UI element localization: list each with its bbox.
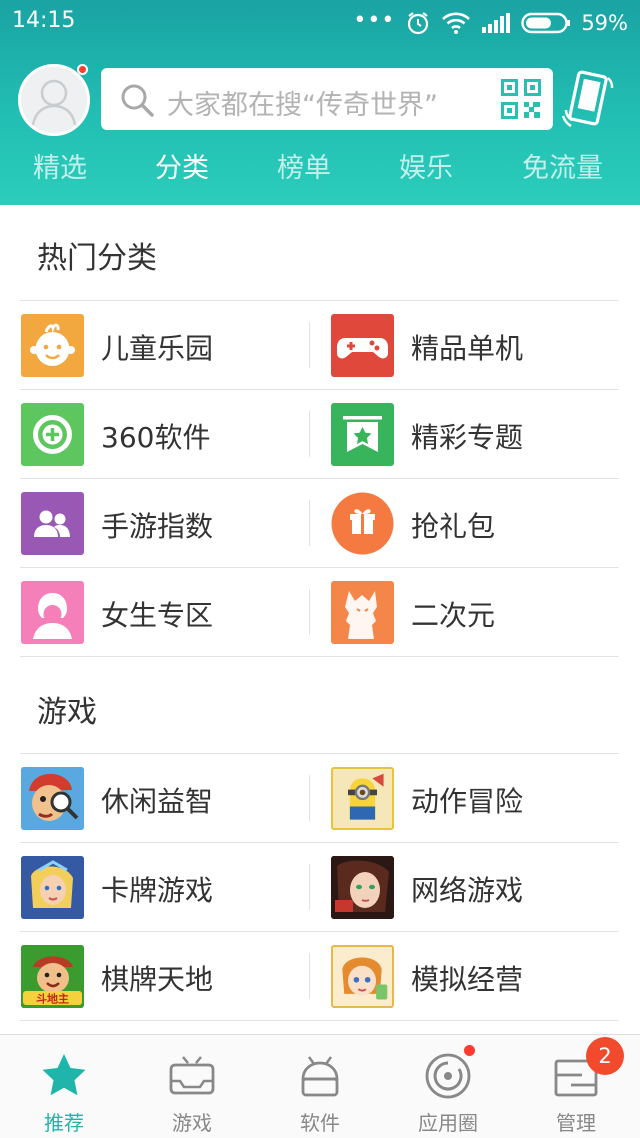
nav-games[interactable]: 游戏 xyxy=(128,1035,256,1138)
gamepad-icon xyxy=(331,314,394,377)
nav-label: 管理 xyxy=(556,1111,596,1135)
column-divider xyxy=(309,864,310,910)
category-label: 二次元 xyxy=(411,599,496,632)
battery-percent: 59% xyxy=(581,11,628,35)
category-label: 抢礼包 xyxy=(411,510,496,543)
category-label: 手游指数 xyxy=(101,510,214,543)
category-label: 动作冒险 xyxy=(411,785,524,818)
status-time: 14:15 xyxy=(12,8,76,33)
category-label: 精彩专题 xyxy=(411,421,524,454)
category-label: 卡牌游戏 xyxy=(101,874,214,907)
android-icon xyxy=(295,1051,345,1101)
wifi-icon xyxy=(441,11,471,35)
game-category-board-card[interactable]: 斗地主 棋牌天地 xyxy=(21,932,311,1020)
doudizhu-icon: 斗地主 xyxy=(21,945,84,1008)
nav-app-circle[interactable]: 应用圈 xyxy=(384,1035,512,1138)
column-divider xyxy=(309,775,310,821)
minion-icon xyxy=(331,767,394,830)
notification-dot xyxy=(464,1045,475,1056)
search-input[interactable]: 大家都在搜“传奇世界” xyxy=(167,83,438,122)
category-anime[interactable]: 二次元 xyxy=(331,568,621,656)
game-category-simulation[interactable]: 模拟经营 xyxy=(331,932,621,1020)
search-icon xyxy=(119,82,155,122)
search-bar[interactable]: 大家都在搜“传奇世界” xyxy=(101,68,553,130)
user-avatar-icon xyxy=(31,79,77,126)
nav-recommend[interactable]: 推荐 xyxy=(0,1035,128,1138)
banner-star-icon xyxy=(331,403,394,466)
girl-icon xyxy=(21,581,84,644)
category-label: 休闲益智 xyxy=(101,785,214,818)
online-game-girl-icon xyxy=(331,856,394,919)
game-category-online[interactable]: 网络游戏 xyxy=(331,843,621,931)
game-category-casual[interactable]: 休闲益智 xyxy=(21,754,311,842)
status-bar: 14:15 ••• 59% xyxy=(0,0,640,46)
status-icons: ••• 59% xyxy=(353,8,628,38)
signal-icon xyxy=(481,12,511,34)
column-divider xyxy=(309,411,310,457)
category-label: 精品单机 xyxy=(411,332,524,365)
card-hero-icon xyxy=(21,856,84,919)
category-gift-packs[interactable]: 抢礼包 xyxy=(331,479,621,567)
game-category-action-adventure[interactable]: 动作冒险 xyxy=(331,754,621,842)
notification-dot xyxy=(77,64,88,75)
nav-label: 推荐 xyxy=(44,1111,84,1135)
baby-face-icon xyxy=(21,314,84,377)
category-360-software[interactable]: 360软件 xyxy=(21,390,311,478)
category-girls-zone[interactable]: 女生专区 xyxy=(21,568,311,656)
column-divider xyxy=(309,589,310,635)
divider xyxy=(20,1020,619,1021)
game-category-card[interactable]: 卡牌游戏 xyxy=(21,843,311,931)
doudizhu-logo-text: 斗地主 xyxy=(36,992,69,1006)
plus-circle-icon xyxy=(21,403,84,466)
notification-badge: 2 xyxy=(586,1037,624,1075)
phone-connect-icon[interactable] xyxy=(560,70,618,136)
hot-categories-title: 热门分类 xyxy=(37,241,157,276)
nav-manage[interactable]: 2 管理 xyxy=(512,1035,640,1138)
tab-free-data[interactable]: 免流量 xyxy=(522,146,603,185)
column-divider xyxy=(309,500,310,546)
nav-label: 游戏 xyxy=(172,1111,212,1135)
anime-character-icon xyxy=(331,581,394,644)
camera-ring-icon xyxy=(423,1051,473,1101)
category-label: 模拟经营 xyxy=(411,963,524,996)
category-label: 360软件 xyxy=(101,421,211,454)
column-divider xyxy=(309,322,310,368)
category-kids[interactable]: 儿童乐园 xyxy=(21,301,311,389)
divider xyxy=(20,656,619,657)
category-label: 儿童乐园 xyxy=(101,332,214,365)
gamepad-outline-icon xyxy=(167,1051,217,1101)
tab-rankings[interactable]: 榜单 xyxy=(277,146,331,185)
more-dots-icon: ••• xyxy=(353,7,396,33)
sim-girl-icon xyxy=(331,945,394,1008)
column-divider xyxy=(309,953,310,999)
bottom-nav: 推荐 游戏 软件 应用圈 2 管理 xyxy=(0,1034,640,1138)
users-icon xyxy=(21,492,84,555)
header: 14:15 ••• 59% 大家都在搜“传奇世界” 精选 分类 榜单 娱乐 免流… xyxy=(0,0,640,205)
category-label: 棋牌天地 xyxy=(101,963,214,996)
qr-code-scan-icon[interactable] xyxy=(501,79,541,123)
tab-categories[interactable]: 分类 xyxy=(155,146,209,185)
nav-label: 软件 xyxy=(300,1111,340,1135)
battery-icon xyxy=(521,12,571,34)
category-mobile-game-index[interactable]: 手游指数 xyxy=(21,479,311,567)
category-premium-single-player[interactable]: 精品单机 xyxy=(331,301,621,389)
category-tabs: 精选 分类 榜单 娱乐 免流量 xyxy=(0,146,640,196)
nav-software[interactable]: 软件 xyxy=(256,1035,384,1138)
gift-icon xyxy=(331,492,394,555)
tab-entertainment[interactable]: 娱乐 xyxy=(399,146,453,185)
category-label: 网络游戏 xyxy=(411,874,524,907)
star-icon xyxy=(39,1051,89,1101)
category-special-topics[interactable]: 精彩专题 xyxy=(331,390,621,478)
avatar[interactable] xyxy=(18,64,90,136)
casual-game-icon xyxy=(21,767,84,830)
nav-label: 应用圈 xyxy=(418,1111,478,1135)
alarm-icon xyxy=(405,10,431,36)
games-title: 游戏 xyxy=(37,695,97,730)
tab-featured[interactable]: 精选 xyxy=(33,146,87,185)
category-label: 女生专区 xyxy=(101,599,214,632)
